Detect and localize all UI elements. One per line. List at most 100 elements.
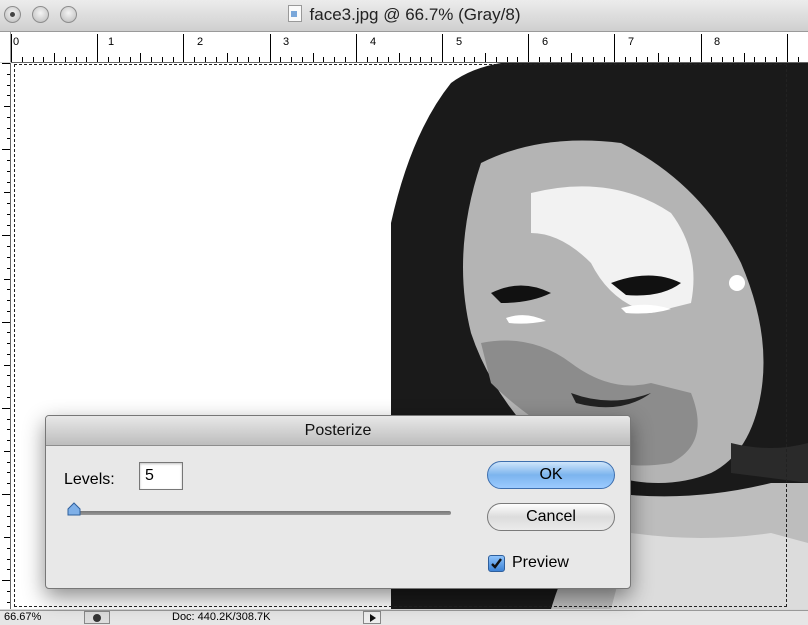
ruler-tick [7, 601, 10, 603]
ok-button[interactable]: OK [487, 461, 615, 489]
ruler-tick [7, 483, 10, 485]
ruler-label: 2 [197, 36, 204, 48]
ruler-tick [797, 57, 799, 62]
ruler-tick [657, 53, 659, 62]
ruler-tick [2, 321, 10, 323]
ruler-tick [215, 57, 217, 62]
ruler-tick [7, 526, 10, 528]
levels-input[interactable] [139, 462, 183, 490]
ruler-tick [635, 57, 637, 62]
ruler-tick [7, 547, 10, 549]
ruler-tick [4, 450, 10, 452]
ruler-tick [183, 34, 185, 62]
zoom-level[interactable]: 66.67% [4, 611, 41, 623]
ruler-tick [140, 53, 142, 62]
window-title: face3.jpg @ 66.7% (Gray/8) [0, 5, 808, 25]
ruler-tick [603, 57, 605, 62]
ruler-tick [625, 57, 627, 62]
ruler-tick [161, 57, 163, 62]
ruler-tick [7, 569, 10, 571]
ruler-tick [21, 57, 23, 62]
ruler-tick [129, 57, 131, 62]
ruler-tick [2, 580, 10, 582]
ruler-tick [323, 57, 325, 62]
ruler-tick [194, 57, 196, 62]
ruler-tick [64, 57, 66, 62]
cancel-button[interactable]: Cancel [487, 503, 615, 531]
preview-checkbox[interactable] [488, 555, 505, 572]
ruler-tick [560, 57, 562, 62]
ruler-tick [7, 300, 10, 302]
ruler-tick [7, 397, 10, 399]
ruler-tick [786, 34, 788, 62]
ruler-tick [776, 57, 778, 62]
ruler-tick [506, 57, 508, 62]
levels-slider-thumb[interactable] [67, 502, 81, 516]
document-icon [287, 5, 302, 22]
ruler-tick [2, 235, 10, 237]
levels-slider[interactable] [73, 511, 451, 515]
ruler-tick [388, 57, 390, 62]
ruler-tick [7, 203, 10, 205]
ruler-tick [571, 53, 573, 62]
ruler-tick [237, 57, 239, 62]
ruler-tick [97, 34, 99, 62]
ruler-tick [431, 57, 433, 62]
ruler-tick [7, 440, 10, 442]
ruler-tick [592, 57, 594, 62]
ruler-tick [248, 57, 250, 62]
ruler-tick [732, 57, 734, 62]
ruler-tick [679, 57, 681, 62]
ruler-tick [151, 57, 153, 62]
dialog-title: Posterize [46, 416, 630, 446]
ruler-label: 6 [542, 36, 549, 48]
status-popup-arrow[interactable] [363, 611, 381, 624]
ruler-tick [7, 267, 10, 269]
ruler-tick [528, 34, 530, 62]
ruler-tick [334, 57, 336, 62]
ruler-tick [7, 256, 10, 258]
vertical-ruler[interactable] [0, 63, 11, 609]
horizontal-ruler[interactable]: 0 1 2 3 4 5 6 7 8 [11, 32, 808, 63]
ruler-tick [4, 278, 10, 280]
ruler-tick [118, 57, 120, 62]
ruler-tick [258, 57, 260, 62]
window-title-text: face3.jpg @ 66.7% (Gray/8) [309, 5, 521, 24]
ruler-tick [7, 558, 10, 560]
ruler-tick [474, 57, 476, 62]
ruler-tick [7, 504, 10, 506]
ruler-tick [7, 127, 10, 129]
posterize-dialog: Posterize Levels: OK Cancel Preview [45, 415, 631, 589]
ruler-tick [7, 224, 10, 226]
ruler-tick [11, 34, 12, 62]
ruler-tick [377, 57, 379, 62]
ruler-tick [420, 57, 422, 62]
ruler-tick [711, 57, 713, 62]
ruler-tick [7, 73, 10, 75]
ruler-tick [4, 192, 10, 194]
ruler-tick [7, 429, 10, 431]
ruler-tick [75, 57, 77, 62]
ruler-tick [409, 57, 411, 62]
ruler-tick [291, 57, 293, 62]
ruler-label: 3 [283, 36, 290, 48]
ruler-tick [7, 159, 10, 161]
ruler-tick [743, 53, 745, 62]
ruler-tick [107, 57, 109, 62]
status-menu-button[interactable] [84, 611, 110, 624]
ruler-tick [765, 57, 767, 62]
ruler-tick [7, 116, 10, 118]
ruler-label: 0 [13, 36, 20, 48]
ruler-origin[interactable] [0, 32, 11, 62]
ruler-tick [689, 57, 691, 62]
ruler-tick [280, 57, 282, 62]
ruler-tick [7, 289, 10, 291]
ruler-tick [7, 353, 10, 355]
ruler-tick [452, 57, 454, 62]
ruler-tick [4, 537, 10, 539]
ruler-tick [7, 181, 10, 183]
ruler-tick [7, 95, 10, 97]
ruler-label: 8 [714, 36, 721, 48]
levels-label: Levels: [64, 471, 115, 488]
ruler-tick [269, 34, 271, 62]
